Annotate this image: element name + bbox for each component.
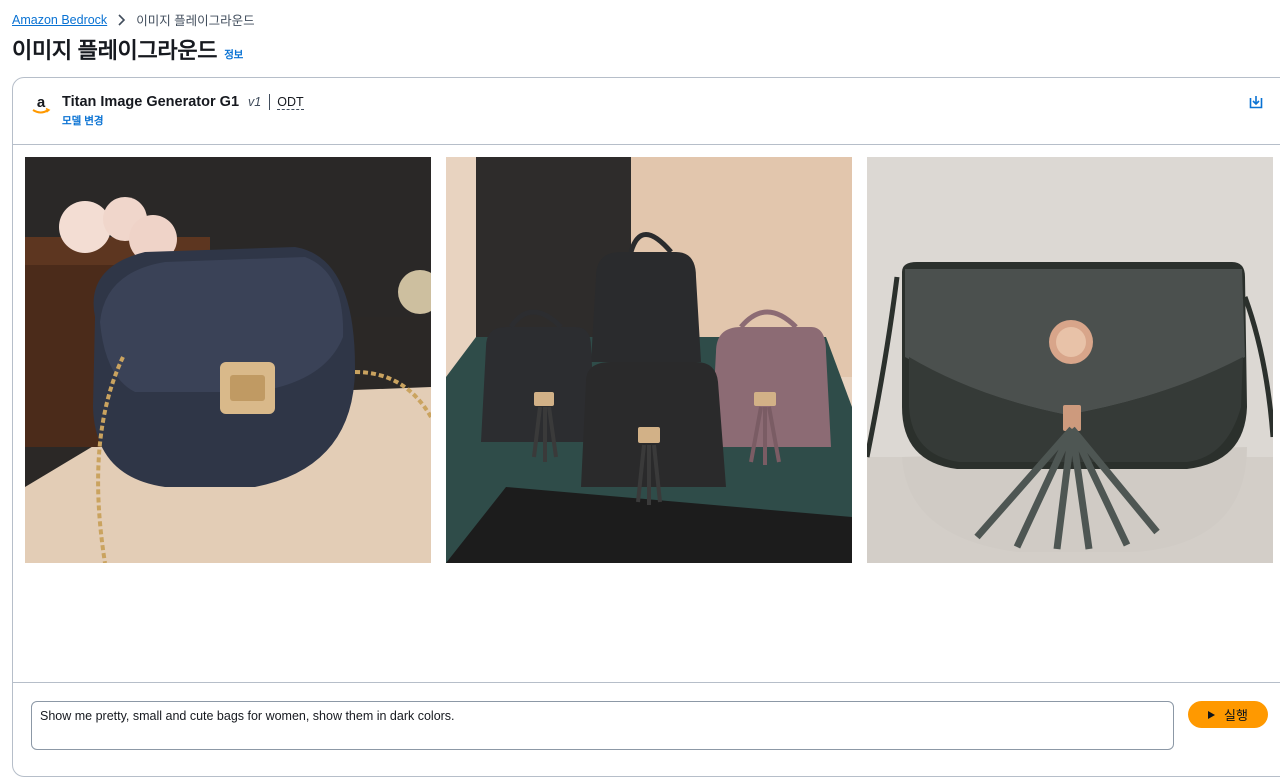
model-header: a Titan Image Generator G1 v1 ODT 모델 변경	[13, 78, 1280, 145]
breadcrumb-current: 이미지 플레이그라운드	[136, 14, 255, 28]
generated-image-bag-collection[interactable]	[446, 157, 852, 563]
chevron-right-icon	[118, 13, 126, 26]
model-divider	[269, 94, 271, 110]
breadcrumb: Amazon Bedrock 이미지 플레이그라운드	[12, 10, 255, 29]
prompt-input[interactable]	[31, 701, 1174, 750]
amazon-logo-icon: a	[32, 94, 51, 114]
generated-image-crossbody-bag[interactable]	[25, 157, 431, 563]
generated-image-tassel-bag[interactable]	[867, 157, 1273, 563]
model-version: v1	[248, 95, 262, 109]
playground-panel: a Titan Image Generator G1 v1 ODT 모델 변경	[12, 77, 1280, 777]
page-title: 이미지 플레이그라운드	[12, 38, 218, 63]
run-button-label: 실행	[1224, 708, 1248, 723]
generated-images	[25, 157, 1273, 563]
model-throughput-tag[interactable]: ODT	[277, 95, 304, 110]
prompt-area: 실행	[13, 682, 1280, 779]
play-icon	[1208, 710, 1216, 719]
model-name: Titan Image Generator G1	[62, 94, 240, 110]
download-icon[interactable]	[1249, 95, 1263, 109]
change-model-link[interactable]: 모델 변경	[62, 113, 104, 128]
model-info: Titan Image Generator G1 v1 ODT	[62, 94, 304, 110]
svg-text:a: a	[37, 94, 46, 111]
info-link[interactable]: 정보	[224, 47, 243, 62]
page-title-row: 이미지 플레이그라운드 정보	[12, 33, 243, 65]
run-button[interactable]: 실행	[1188, 701, 1268, 728]
breadcrumb-link-amazon-bedrock[interactable]: Amazon Bedrock	[12, 13, 107, 27]
